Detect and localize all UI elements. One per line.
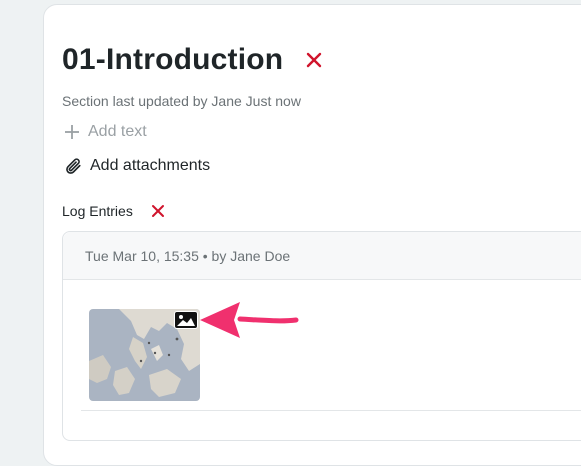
- section-header: 01-Introduction: [62, 43, 323, 77]
- log-entries-header: Log Entries: [62, 203, 165, 219]
- add-attachments-label: Add attachments: [90, 157, 211, 174]
- attachment-thumbnail[interactable]: [89, 309, 200, 401]
- delete-section-icon[interactable]: [305, 51, 323, 69]
- entry-divider: [81, 410, 581, 411]
- paperclip-icon: [66, 158, 81, 174]
- section-updated-text: Section last updated by Jane Just now: [62, 93, 301, 109]
- add-text-label: Add text: [88, 123, 147, 140]
- add-attachments-button[interactable]: Add attachments: [64, 157, 210, 175]
- log-entry: Tue Mar 10, 15:35 • by Jane Doe: [62, 231, 581, 441]
- image-icon: [175, 312, 197, 328]
- plus-icon: [65, 125, 79, 139]
- delete-log-entries-icon[interactable]: [151, 204, 165, 218]
- annotation-arrow-icon: [200, 302, 299, 338]
- add-text-button[interactable]: Add text: [64, 123, 147, 141]
- image-badge: [174, 311, 198, 329]
- section-title: 01-Introduction: [62, 43, 284, 76]
- log-entries-label: Log Entries: [62, 203, 133, 219]
- section-card: 01-Introduction Section last updated by …: [43, 4, 581, 466]
- log-entry-header: Tue Mar 10, 15:35 • by Jane Doe: [63, 232, 581, 280]
- log-entry-body: [63, 280, 581, 439]
